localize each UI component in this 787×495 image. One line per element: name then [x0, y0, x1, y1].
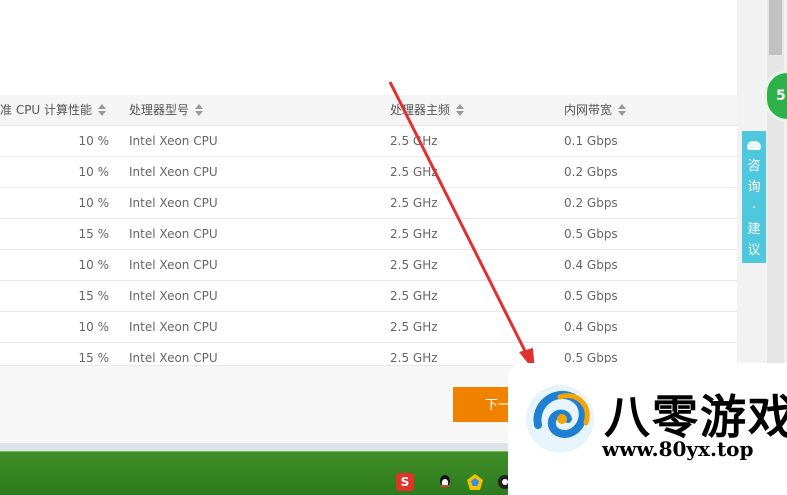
- cpu-performance-cell: 10 %: [78, 258, 110, 272]
- consult-suggest-tab[interactable]: 咨询·建议: [742, 131, 766, 263]
- instance-spec-table: 准 CPU 计算性能 处理器型号 处理器主频 内网带宽 10 % Intel X…: [0, 95, 737, 374]
- bandwidth-cell: 0.4 Gbps: [564, 320, 618, 334]
- bandwidth-cell: 0.1 Gbps: [564, 134, 618, 148]
- processor-model-cell: Intel Xeon CPU: [129, 134, 218, 148]
- bandwidth-cell: 0.5 Gbps: [564, 227, 618, 241]
- header-processor-frequency[interactable]: 处理器主频: [390, 95, 465, 126]
- table-row[interactable]: 10 % Intel Xeon CPU 2.5 GHz 0.4 Gbps: [0, 250, 737, 281]
- frequency-cell: 2.5 GHz: [390, 258, 438, 272]
- bandwidth-cell: 0.2 Gbps: [564, 165, 618, 179]
- processor-model-cell: Intel Xeon CPU: [129, 289, 218, 303]
- blank-area: [0, 0, 737, 95]
- table-row[interactable]: 10 % Intel Xeon CPU 2.5 GHz 0.1 Gbps: [0, 126, 737, 157]
- table-row[interactable]: 15 % Intel Xeon CPU 2.5 GHz 0.5 Gbps: [0, 219, 737, 250]
- sort-icon[interactable]: [98, 103, 107, 116]
- processor-model-cell: Intel Xeon CPU: [129, 320, 218, 334]
- bandwidth-cell: 0.4 Gbps: [564, 258, 618, 272]
- table-row[interactable]: 10 % Intel Xeon CPU 2.5 GHz 0.4 Gbps: [0, 312, 737, 343]
- cpu-performance-cell: 10 %: [78, 134, 110, 148]
- frequency-cell: 2.5 GHz: [390, 165, 438, 179]
- qq-icon[interactable]: [436, 473, 454, 491]
- frequency-cell: 2.5 GHz: [390, 289, 438, 303]
- bandwidth-cell: 0.5 Gbps: [564, 289, 618, 303]
- watermark-url: www.80yx.top: [602, 437, 754, 461]
- frequency-cell: 2.5 GHz: [390, 134, 438, 148]
- sogou-input-icon[interactable]: S: [396, 473, 414, 491]
- chat-icon: [747, 141, 761, 150]
- frequency-cell: 2.5 GHz: [390, 320, 438, 334]
- frequency-cell: 2.5 GHz: [390, 227, 438, 241]
- sort-icon[interactable]: [618, 103, 627, 116]
- cpu-performance-cell: 10 %: [78, 196, 110, 210]
- processor-model-cell: Intel Xeon CPU: [129, 196, 218, 210]
- table-row[interactable]: 10 % Intel Xeon CPU 2.5 GHz 0.2 Gbps: [0, 188, 737, 219]
- header-cpu-performance[interactable]: 准 CPU 计算性能: [0, 95, 107, 126]
- table-row[interactable]: 15 % Intel Xeon CPU 2.5 GHz 0.5 Gbps: [0, 281, 737, 312]
- cpu-performance-cell: 10 %: [78, 320, 110, 334]
- processor-model-cell: Intel Xeon CPU: [129, 227, 218, 241]
- table-header: 准 CPU 计算性能 处理器型号 处理器主频 内网带宽: [0, 95, 737, 126]
- consult-label: 咨询·建议: [747, 159, 761, 258]
- processor-model-cell: Intel Xeon CPU: [129, 258, 218, 272]
- scrollbar-thumb[interactable]: [769, 0, 782, 55]
- table-row[interactable]: 10 % Intel Xeon CPU 2.5 GHz 0.2 Gbps: [0, 157, 737, 188]
- colorful-app-icon[interactable]: [466, 473, 484, 491]
- cpu-performance-cell: 10 %: [78, 165, 110, 179]
- cpu-performance-cell: 15 %: [78, 289, 110, 303]
- sort-icon[interactable]: [456, 103, 465, 116]
- processor-model-cell: Intel Xeon CPU: [129, 165, 218, 179]
- swirl-logo-icon: [526, 385, 594, 453]
- header-intranet-bandwidth[interactable]: 内网带宽: [564, 95, 627, 126]
- site-watermark-logo: 八零游戏 www.80yx.top: [508, 363, 787, 495]
- header-processor-model[interactable]: 处理器型号: [129, 95, 204, 126]
- bandwidth-cell: 0.2 Gbps: [564, 196, 618, 210]
- sort-icon[interactable]: [195, 103, 204, 116]
- cpu-performance-cell: 15 %: [78, 227, 110, 241]
- frequency-cell: 2.5 GHz: [390, 196, 438, 210]
